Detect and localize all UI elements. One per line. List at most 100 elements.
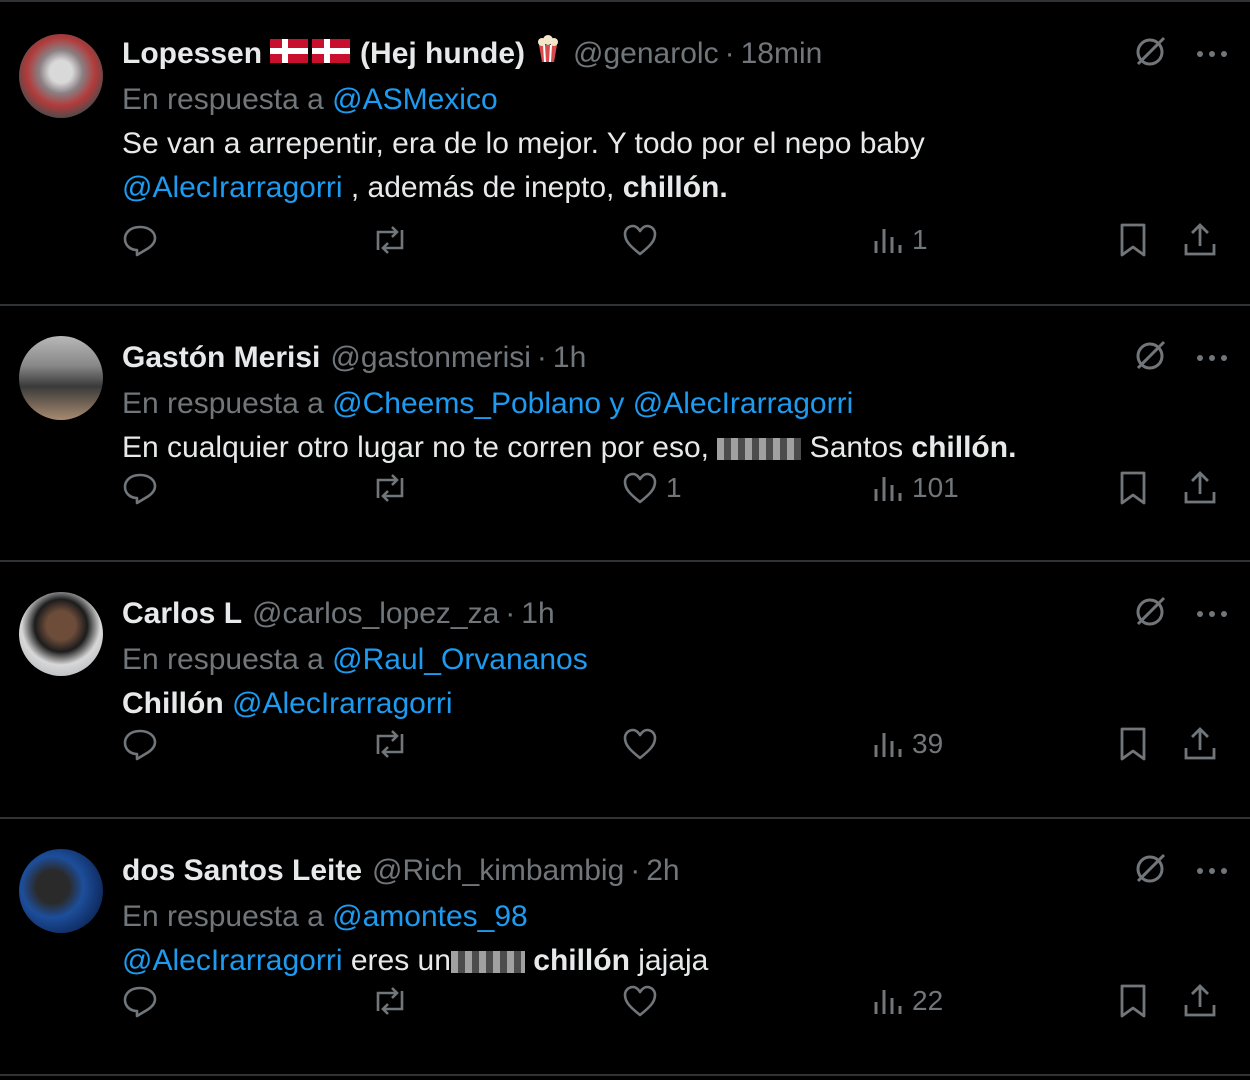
like-button[interactable]: 1 xyxy=(622,471,682,505)
popcorn-icon xyxy=(533,32,563,63)
share-button[interactable] xyxy=(1182,726,1218,762)
mention-link[interactable]: @AlecIrarragorri xyxy=(122,944,343,977)
views-icon xyxy=(874,733,902,757)
share-icon xyxy=(1184,471,1216,504)
timestamp[interactable]: 18min xyxy=(741,32,823,76)
tweet-item[interactable]: dos Santos Leite @Rich_kimbambig · 2h En… xyxy=(0,819,1250,1076)
reply-button[interactable] xyxy=(122,726,166,762)
share-button[interactable] xyxy=(1182,983,1218,1019)
retweet-button[interactable] xyxy=(370,222,418,258)
separator-dot: · xyxy=(724,37,735,70)
reply-icon xyxy=(123,225,157,257)
user-handle[interactable]: @genarolc xyxy=(573,32,719,76)
like-button[interactable] xyxy=(622,727,666,761)
separator-dot: · xyxy=(630,854,641,887)
share-button[interactable] xyxy=(1182,470,1218,506)
display-name[interactable]: Lopessen xyxy=(122,32,262,76)
views-count: 39 xyxy=(912,728,944,759)
reply-to-link[interactable]: @Raul_Orvananos xyxy=(332,643,588,676)
flag-denmark-icon xyxy=(312,39,351,63)
display-name[interactable]: Gastón Merisi xyxy=(122,336,320,380)
like-button[interactable] xyxy=(622,223,666,257)
tweet-item[interactable]: Carlos L @carlos_lopez_za · 1h En respue… xyxy=(0,562,1250,819)
bookmark-button[interactable] xyxy=(1118,726,1148,762)
timestamp[interactable]: 2h xyxy=(646,849,679,893)
tweet-text-part: , además de inepto, xyxy=(342,171,623,204)
views-button[interactable]: 22 xyxy=(872,985,943,1017)
user-handle[interactable]: @Rich_kimbambig xyxy=(372,849,624,893)
reply-context: En respuesta a @ASMexico xyxy=(122,78,1210,122)
separator-dot: · xyxy=(505,597,516,630)
bookmark-icon xyxy=(1120,727,1146,761)
bookmark-button[interactable] xyxy=(1118,222,1148,258)
bookmark-button[interactable] xyxy=(1118,983,1148,1019)
share-icon xyxy=(1184,727,1216,760)
tweet-text-bold: chillón. xyxy=(622,171,728,204)
avatar[interactable] xyxy=(19,34,103,118)
tweet-text: En cualquier otro lugar no te corren por… xyxy=(122,426,1210,470)
tweet-text-part: jajaja xyxy=(629,944,709,977)
reply-to-link[interactable]: @Cheems_Poblano y @AlecIrarragorri xyxy=(332,387,853,420)
retweet-button[interactable] xyxy=(370,470,418,506)
like-icon xyxy=(623,728,657,760)
reply-button[interactable] xyxy=(122,222,166,258)
retweet-icon xyxy=(376,474,404,502)
reply-button[interactable] xyxy=(122,983,166,1019)
avatar[interactable] xyxy=(19,849,103,933)
tweet-text-part: Santos xyxy=(801,431,912,464)
timestamp[interactable]: 1h xyxy=(553,336,586,380)
tweet-text-bold: Chillón xyxy=(122,687,224,720)
reply-to-link[interactable]: @ASMexico xyxy=(332,83,498,116)
reply-icon xyxy=(123,473,157,505)
reply-button[interactable] xyxy=(122,470,166,506)
views-icon xyxy=(874,229,902,253)
views-button[interactable]: 101 xyxy=(872,472,959,504)
reply-context: En respuesta a @Raul_Orvananos xyxy=(122,638,1210,682)
share-button[interactable] xyxy=(1182,222,1218,258)
tweet-header: dos Santos Leite @Rich_kimbambig · 2h xyxy=(122,849,1210,893)
retweet-button[interactable] xyxy=(370,726,418,762)
display-name[interactable]: Carlos L xyxy=(122,592,242,636)
user-handle[interactable]: @carlos_lopez_za xyxy=(252,592,499,636)
views-button[interactable]: 39 xyxy=(872,728,943,760)
tweet-item[interactable]: Lopessen (Hej hunde) @genarolc · 18min E… xyxy=(0,0,1250,306)
user-handle[interactable]: @gastonmerisi xyxy=(330,336,531,380)
timestamp[interactable]: 1h xyxy=(521,592,554,636)
tweet-header: Gastón Merisi @gastonmerisi · 1h xyxy=(122,336,1210,380)
retweet-icon xyxy=(376,226,404,254)
bookmark-icon xyxy=(1120,471,1146,505)
views-icon xyxy=(874,477,902,501)
reply-prefix: En respuesta a xyxy=(122,83,324,116)
display-name[interactable]: dos Santos Leite xyxy=(122,849,362,893)
mention-link[interactable]: @AlecIrarragorri xyxy=(122,171,343,204)
reply-icon xyxy=(123,986,157,1018)
reply-prefix: En respuesta a xyxy=(122,900,324,933)
bookmark-icon xyxy=(1120,984,1146,1018)
reply-to-link[interactable]: @amontes_98 xyxy=(332,900,528,933)
reply-prefix: En respuesta a xyxy=(122,387,324,420)
reply-icon xyxy=(123,729,157,761)
tweet-item[interactable]: Gastón Merisi @gastonmerisi · 1h En resp… xyxy=(0,306,1250,562)
avatar[interactable] xyxy=(19,592,103,676)
bookmark-button[interactable] xyxy=(1118,470,1148,506)
tweet-text: Chillón @AlecIrarragorri xyxy=(122,682,1210,726)
like-button[interactable] xyxy=(622,984,666,1018)
retweet-button[interactable] xyxy=(370,983,418,1019)
like-icon xyxy=(623,224,657,256)
retweet-icon xyxy=(376,730,404,758)
reply-context: En respuesta a @Cheems_Poblano y @AlecIr… xyxy=(122,382,1210,426)
tweet-text: Se van a arrepentir, era de lo mejor. Y … xyxy=(122,122,1210,210)
views-count: 101 xyxy=(912,472,959,503)
tweet-text-part: En cualquier otro lugar no te corren por… xyxy=(122,431,718,464)
tweet-text: @AlecIrarragorri eres un chillón jajaja xyxy=(122,939,1210,983)
avatar[interactable] xyxy=(19,336,103,420)
tweet-text-bold: chillón. xyxy=(911,431,1017,464)
views-count: 22 xyxy=(912,985,944,1016)
share-icon xyxy=(1184,223,1216,256)
tweet-text-part xyxy=(224,687,232,720)
flag-denmark-icon xyxy=(270,39,309,63)
mention-link[interactable]: @AlecIrarragorri xyxy=(232,687,453,720)
display-name-suffix[interactable]: (Hej hunde) xyxy=(360,32,525,76)
views-button[interactable]: 1 xyxy=(872,224,928,256)
tweet-text-part: eres un xyxy=(342,944,451,977)
